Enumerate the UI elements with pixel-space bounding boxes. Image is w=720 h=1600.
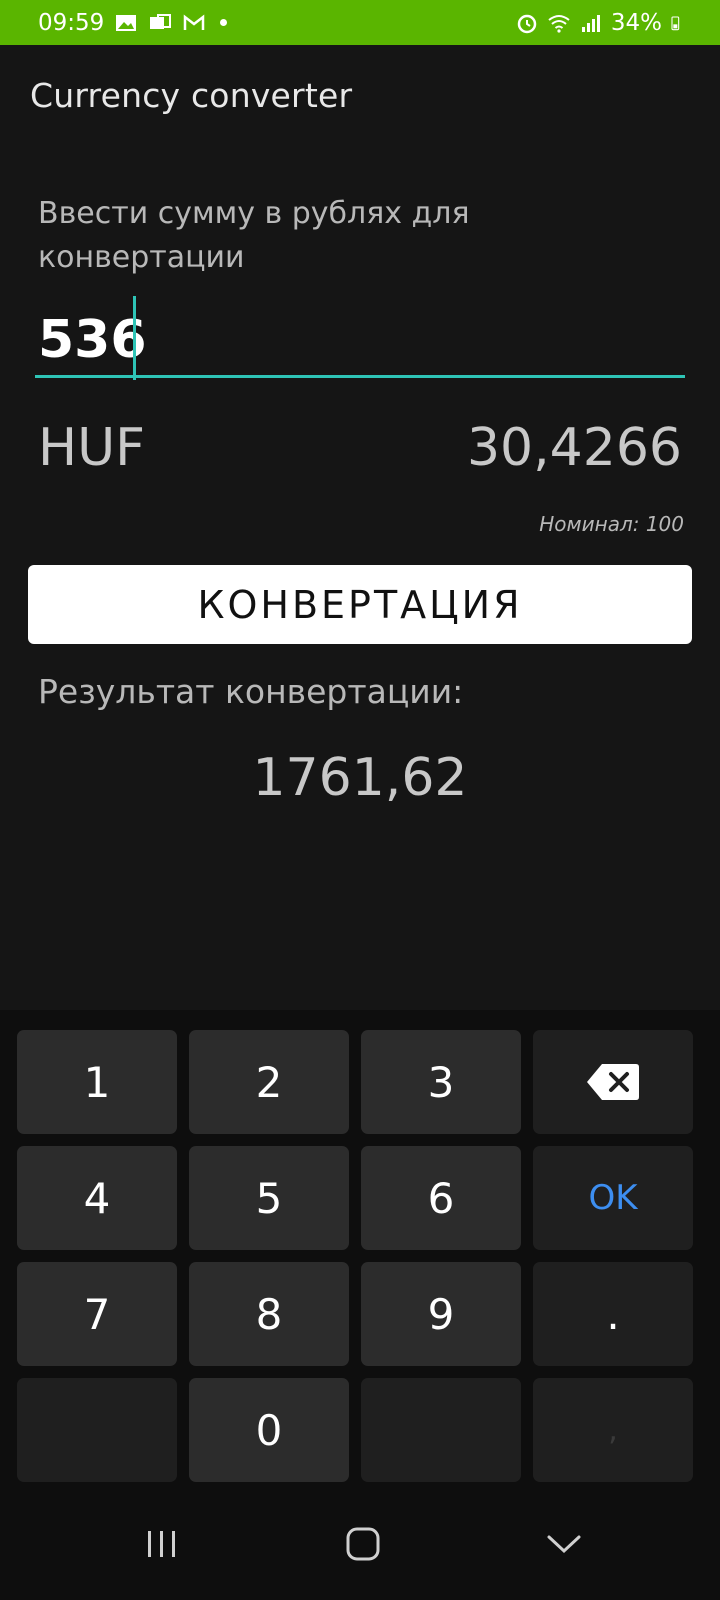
currency-code[interactable]: HUF — [38, 418, 145, 478]
status-bar: 09:59 34% — [0, 0, 720, 45]
back-icon — [547, 1535, 581, 1554]
amount-input-label: Ввести сумму в рублях для конвертации — [38, 196, 470, 275]
empty-key-right — [361, 1378, 521, 1482]
navigation-bar — [0, 1488, 720, 1600]
currency-rate: 30,4266 — [466, 418, 682, 478]
signal-icon — [581, 14, 600, 32]
key-3[interactable]: 3 — [361, 1030, 521, 1134]
notification-dot — [220, 19, 228, 26]
recents-button[interactable] — [132, 1516, 192, 1572]
amount-value: 536 — [38, 310, 147, 370]
backspace-icon — [587, 1064, 639, 1100]
key-4[interactable]: 4 — [17, 1146, 177, 1250]
dot-key[interactable]: . — [533, 1262, 693, 1366]
alarm-icon — [517, 14, 537, 33]
app-title: Currency converter — [30, 76, 353, 115]
wifi-icon — [548, 14, 570, 33]
status-time: 09:59 — [38, 9, 105, 36]
home-icon — [346, 1527, 380, 1561]
result-label: Результат конвертации: — [38, 672, 464, 711]
key-0[interactable]: 0 — [189, 1378, 349, 1482]
result-value: 1761,62 — [252, 748, 468, 808]
empty-key-left — [17, 1378, 177, 1482]
home-button[interactable] — [333, 1516, 393, 1572]
image-icon — [116, 14, 137, 31]
comma-key[interactable]: , — [533, 1378, 693, 1482]
amount-input[interactable]: 536 — [35, 296, 685, 380]
key-6[interactable]: 6 — [361, 1146, 521, 1250]
key-2[interactable]: 2 — [189, 1030, 349, 1134]
key-5[interactable]: 5 — [189, 1146, 349, 1250]
key-1[interactable]: 1 — [17, 1030, 177, 1134]
mail-icon — [150, 13, 172, 29]
key-9[interactable]: 9 — [361, 1262, 521, 1366]
recents-icon — [148, 1531, 175, 1557]
back-button[interactable] — [534, 1516, 594, 1572]
gmail-icon — [184, 13, 205, 30]
convert-button[interactable]: КОНВЕРТАЦИЯ — [28, 565, 692, 644]
numeric-keyboard: 1 2 3 4 5 6 OK 7 8 9 . 0 , — [0, 1010, 720, 1488]
ok-key[interactable]: OK — [533, 1146, 693, 1250]
nominal-label: Номинал: 100 — [539, 512, 684, 536]
text-cursor — [133, 296, 136, 380]
key-8[interactable]: 8 — [189, 1262, 349, 1366]
battery-percent: 34% — [610, 9, 662, 36]
backspace-key[interactable] — [533, 1030, 693, 1134]
battery-icon — [671, 15, 680, 30]
key-7[interactable]: 7 — [17, 1262, 177, 1366]
